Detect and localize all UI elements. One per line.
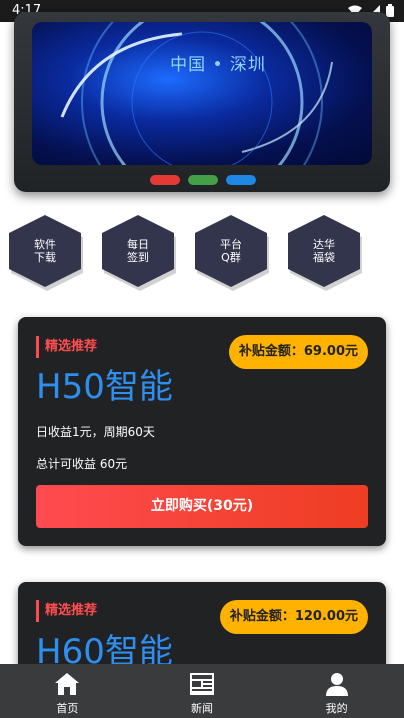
nav-label: 首页 <box>56 702 79 715</box>
battery-icon <box>386 4 394 17</box>
total-income-text: 总计可收益 60元 <box>36 457 128 471</box>
subsidy-badge: 补贴金额：120.00元 <box>219 600 368 634</box>
app-root: 4:17 中国 • 深圳 软件 下载 每日 签到 平台 Q群 达华 福袋 精选推… <box>0 0 404 718</box>
carousel-dot-blue[interactable] <box>226 175 256 185</box>
news-icon <box>190 673 214 695</box>
banner-screen: 中国 • 深圳 <box>32 22 372 165</box>
home-icon <box>55 673 80 695</box>
banner-glow-graphic <box>60 22 333 165</box>
daily-income-text: 日收益1元，周期60天 <box>36 425 155 439</box>
menu-label: 下载 <box>34 251 56 264</box>
recommend-tag: 精选推荐 <box>36 600 97 622</box>
nav-label: 新闻 <box>191 702 213 715</box>
user-icon <box>325 673 348 696</box>
nav-item-mine[interactable]: 我的 <box>269 664 404 718</box>
menu-label: 福袋 <box>313 251 335 264</box>
menu-label: 达华 <box>313 238 335 251</box>
menu-label: Q群 <box>221 251 241 264</box>
banner-carousel[interactable]: 中国 • 深圳 <box>14 12 390 192</box>
banner-text: 中国 • 深圳 <box>170 55 266 75</box>
carousel-dot-red[interactable] <box>150 175 180 185</box>
menu-label: 签到 <box>127 251 149 264</box>
nav-item-home[interactable]: 首页 <box>0 664 135 718</box>
menu-label: 每日 <box>127 238 149 251</box>
buy-button[interactable]: 立即购买(30元) <box>36 485 368 528</box>
menu-label: 平台 <box>220 238 242 251</box>
recommend-tag: 精选推荐 <box>36 336 97 358</box>
product-name: H50智能 <box>36 367 173 407</box>
carousel-dot-green[interactable] <box>188 175 218 185</box>
menu-label: 软件 <box>34 238 56 251</box>
bottom-nav: 首页 新闻 我的 <box>0 664 404 718</box>
nav-item-news[interactable]: 新闻 <box>135 664 270 718</box>
subsidy-badge: 补贴金额：69.00元 <box>228 335 368 369</box>
nav-label: 我的 <box>325 702 348 715</box>
product-card: 精选推荐 补贴金额：69.00元 H50智能 日收益1元，周期60天 总计可收益… <box>18 317 386 546</box>
